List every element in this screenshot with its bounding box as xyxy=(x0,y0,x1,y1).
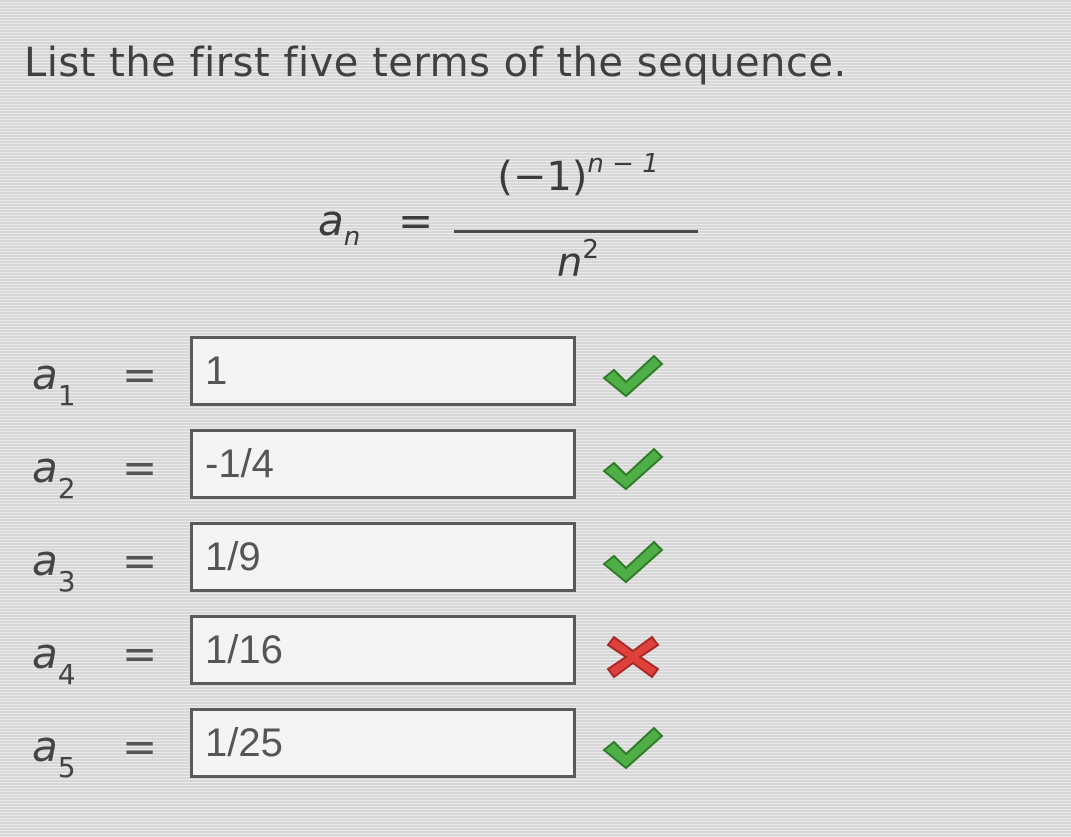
formula-lhs-var: a xyxy=(318,196,344,245)
term-row-5: a5 = 1/25 xyxy=(0,702,1071,792)
term-equals: = xyxy=(122,536,158,585)
term-label: a3 xyxy=(32,536,76,598)
denominator-base: n xyxy=(557,240,583,286)
check-icon xyxy=(602,354,664,398)
term-1-input[interactable]: 1 xyxy=(190,336,576,406)
cross-icon xyxy=(606,635,660,679)
term-var: a xyxy=(32,629,58,678)
term-index: 1 xyxy=(57,379,76,412)
formula-lhs-sub: n xyxy=(343,222,361,252)
sequence-formula: an = (−1)n − 1 n2 xyxy=(318,149,718,310)
term-row-4: a4 = 1/16 xyxy=(0,609,1071,699)
term-5-input[interactable]: 1/25 xyxy=(190,708,576,778)
term-4-input[interactable]: 1/16 xyxy=(190,615,576,685)
term-row-3: a3 = 1/9 xyxy=(0,516,1071,606)
numerator-exponent: n − 1 xyxy=(587,149,659,179)
term-var: a xyxy=(32,350,58,399)
term-2-input[interactable]: -1/4 xyxy=(190,429,576,499)
term-index: 5 xyxy=(57,751,76,784)
term-equals: = xyxy=(122,629,158,678)
term-label: a1 xyxy=(32,350,76,412)
fraction-bar xyxy=(454,230,698,233)
term-var: a xyxy=(32,722,58,771)
numerator-base: (−1) xyxy=(497,154,588,200)
term-index: 4 xyxy=(57,658,76,691)
term-equals: = xyxy=(122,443,158,492)
term-equals: = xyxy=(122,722,158,771)
term-label: a4 xyxy=(32,629,76,691)
question-text: List the first five terms of the sequenc… xyxy=(24,40,847,86)
term-label: a2 xyxy=(32,443,76,505)
term-row-2: a2 = -1/4 xyxy=(0,423,1071,513)
term-label: a5 xyxy=(32,722,76,784)
term-index: 2 xyxy=(57,472,76,505)
denominator-exponent: 2 xyxy=(582,235,599,265)
formula-numerator: (−1)n − 1 xyxy=(458,149,698,200)
term-equals: = xyxy=(122,350,158,399)
check-icon xyxy=(602,726,664,770)
term-var: a xyxy=(32,443,58,492)
term-var: a xyxy=(32,536,58,585)
check-icon xyxy=(602,447,664,491)
formula-lhs: an xyxy=(318,196,360,252)
term-index: 3 xyxy=(57,565,76,598)
term-row-1: a1 = 1 xyxy=(0,330,1071,420)
formula-denominator: n2 xyxy=(458,235,698,286)
check-icon xyxy=(602,540,664,584)
term-3-input[interactable]: 1/9 xyxy=(190,522,576,592)
formula-equals: = xyxy=(398,196,434,245)
